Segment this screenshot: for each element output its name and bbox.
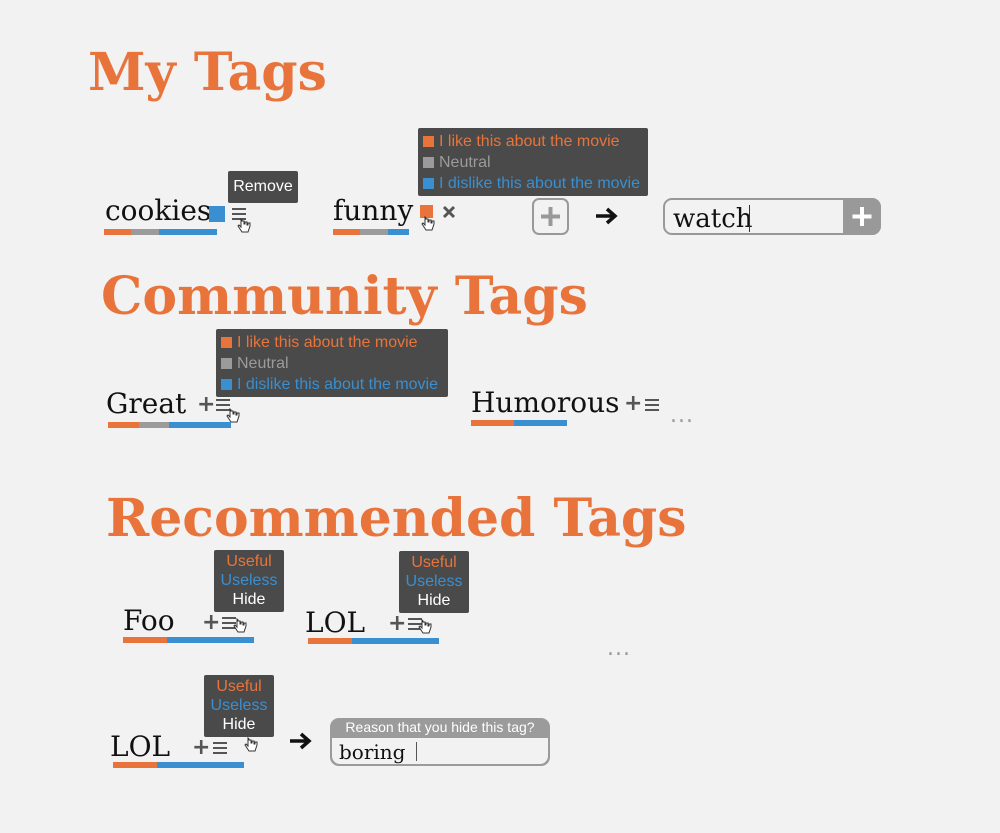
hide-reason-box[interactable]: Reason that you hide this tag? boring: [330, 718, 550, 766]
tag-cookies[interactable]: cookies: [105, 197, 211, 225]
selected-sentiment-square[interactable]: [209, 206, 225, 222]
my-tags-heading: My Tags: [88, 42, 327, 103]
input-add-button[interactable]: [843, 198, 881, 235]
lol-usefulness-bar: [308, 638, 439, 644]
menu-item-useless[interactable]: Useless: [399, 572, 469, 591]
text-cursor: [416, 742, 417, 761]
plus-icon[interactable]: +: [192, 737, 210, 759]
tag-great[interactable]: Great: [106, 390, 186, 418]
hand-cursor-icon: [421, 216, 435, 231]
plus-icon[interactable]: +: [202, 612, 220, 634]
plus-icon[interactable]: +: [197, 394, 215, 416]
vote-menu[interactable]: Useful Useless Hide: [399, 551, 469, 613]
tag-foo[interactable]: Foo: [123, 607, 175, 635]
tag-lol[interactable]: LOL: [305, 609, 365, 637]
plus-icon[interactable]: +: [388, 613, 406, 635]
recommended-tags-heading: Recommended Tags: [106, 488, 687, 549]
plus-icon: [852, 207, 872, 226]
more-recommended-tags[interactable]: ...: [607, 638, 631, 660]
menu-item-like[interactable]: I like this about the movie: [216, 332, 448, 353]
plus-icon[interactable]: +: [624, 393, 642, 415]
arrow-right-icon: [596, 207, 618, 225]
add-tag-button[interactable]: [532, 198, 569, 235]
hand-cursor-icon: [233, 618, 247, 633]
tag-input-box[interactable]: watch: [663, 198, 881, 235]
menu-item-neutral[interactable]: Neutral: [418, 152, 648, 173]
more-community-tags[interactable]: ...: [670, 405, 694, 427]
arrow-right-icon: [290, 732, 312, 750]
menu-item-useful[interactable]: Useful: [214, 552, 284, 571]
hide-reason-value[interactable]: boring: [339, 740, 405, 764]
menu-item-hide[interactable]: Hide: [204, 715, 274, 734]
hand-cursor-icon: [418, 619, 432, 634]
menu-icon[interactable]: [645, 399, 659, 411]
menu-item-useful[interactable]: Useful: [204, 677, 274, 696]
funny-sentiment-bar: [333, 229, 409, 235]
menu-item-like[interactable]: I like this about the movie: [418, 131, 648, 152]
text-cursor: [749, 205, 750, 232]
close-icon[interactable]: [442, 205, 456, 219]
menu-item-dislike[interactable]: I dislike this about the movie: [216, 374, 448, 395]
menu-item-hide[interactable]: Hide: [399, 591, 469, 610]
remove-tooltip[interactable]: Remove: [228, 171, 298, 203]
tag-input[interactable]: watch: [673, 204, 753, 234]
cookies-sentiment-bar: [104, 229, 217, 235]
community-tags-heading: Community Tags: [101, 266, 588, 327]
humorous-sentiment-bar: [471, 420, 567, 426]
vote-menu[interactable]: Useful Useless Hide: [204, 675, 274, 737]
foo-usefulness-bar: [123, 637, 254, 643]
great-sentiment-bar: [108, 422, 231, 428]
menu-item-useless[interactable]: Useless: [214, 571, 284, 590]
menu-item-hide[interactable]: Hide: [214, 590, 284, 609]
vote-menu[interactable]: Useful Useless Hide: [214, 550, 284, 612]
menu-item-dislike[interactable]: I dislike this about the movie: [418, 173, 648, 194]
lol-usefulness-bar: [113, 762, 244, 768]
hide-reason-input[interactable]: boring: [332, 738, 548, 764]
menu-item-neutral[interactable]: Neutral: [216, 353, 448, 374]
tag-humorous[interactable]: Humorous: [471, 389, 620, 417]
hand-cursor-icon: [244, 737, 258, 752]
sentiment-menu[interactable]: I like this about the movie Neutral I di…: [216, 329, 448, 397]
sentiment-menu[interactable]: I like this about the movie Neutral I di…: [418, 128, 648, 196]
hand-cursor-icon: [237, 218, 251, 233]
hide-reason-prompt: Reason that you hide this tag?: [345, 719, 535, 735]
tag-funny[interactable]: funny: [333, 197, 413, 225]
tag-lol[interactable]: LOL: [110, 733, 170, 761]
menu-icon[interactable]: [213, 742, 227, 754]
menu-item-useless[interactable]: Useless: [204, 696, 274, 715]
plus-icon: [541, 207, 560, 226]
menu-item-useful[interactable]: Useful: [399, 553, 469, 572]
